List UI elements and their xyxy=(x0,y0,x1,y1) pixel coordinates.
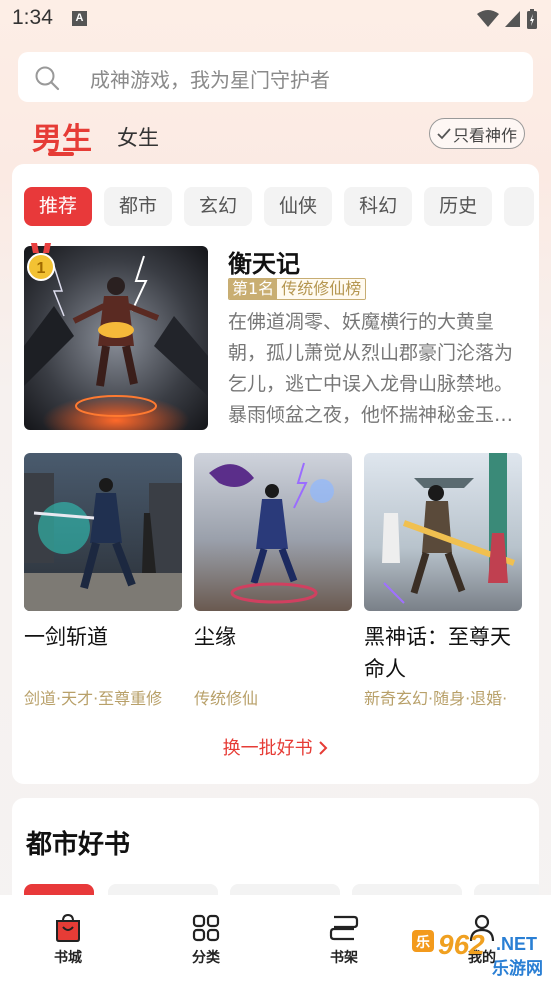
bookstore-icon xyxy=(56,913,80,942)
svg-text:乐游网: 乐游网 xyxy=(492,958,543,978)
chip-scifi[interactable]: 科幻 xyxy=(344,187,413,226)
chip-more[interactable] xyxy=(504,187,535,226)
book-title: 一剑斩道 xyxy=(24,625,108,649)
book-title: 黑神话：至尊天命人 xyxy=(364,625,511,681)
site-watermark-logo: 乐 962 .NET 乐游网 xyxy=(412,929,543,978)
nav-label: 书城 xyxy=(54,950,82,966)
rank-list-name: 传统修仙榜 xyxy=(277,279,366,299)
masterpiece-filter-button[interactable]: 只看神作 xyxy=(429,118,525,149)
book-cover[interactable] xyxy=(364,453,522,611)
book-title: 尘缘 xyxy=(194,625,236,649)
status-bar: 1:34 A xyxy=(0,0,551,38)
nav-bookshelf[interactable]: 书架 xyxy=(304,895,384,967)
nav-label: 分类 xyxy=(192,950,220,966)
battery-icon xyxy=(527,9,537,29)
recommend-card: 推荐 都市 玄幻 仙侠 科幻 历史 1 衡天记 第1名 传统修仙榜 在佛道凋零、… xyxy=(12,164,539,784)
check-icon xyxy=(437,127,451,139)
book-item[interactable]: 一剑斩道 xyxy=(24,453,182,653)
book-item[interactable]: 尘缘 xyxy=(194,453,352,653)
tab-female[interactable]: 女生 xyxy=(117,122,159,152)
filter-label: 只看神作 xyxy=(452,125,517,145)
book-item[interactable]: 黑神话：至尊天命人 xyxy=(364,453,522,685)
search-bar[interactable]: 成神游戏，我为星门守护者 xyxy=(18,52,533,102)
rank-medal-icon: 1 xyxy=(27,243,55,281)
featured-description: 在佛道凋零、妖魔横行的大黄皇朝，孤儿萧觉从烈山郡豪门沦落为乞儿，逃亡中误入龙骨山… xyxy=(228,311,514,426)
nav-bookstore[interactable]: 书城 xyxy=(28,895,108,967)
signal-icon xyxy=(505,11,520,27)
svg-text:乐: 乐 xyxy=(416,934,430,950)
nav-category[interactable]: 分类 xyxy=(166,895,246,967)
status-icons xyxy=(477,9,537,29)
wifi-icon xyxy=(477,10,499,27)
search-icon xyxy=(35,66,60,91)
chip-history[interactable]: 历史 xyxy=(424,187,493,226)
chip-city[interactable]: 都市 xyxy=(104,187,173,226)
rank-badge[interactable]: 第1名 传统修仙榜 xyxy=(228,278,367,300)
active-tab-indicator xyxy=(48,152,74,156)
status-time: 1:34 xyxy=(12,6,53,29)
section-title: 都市好书 xyxy=(26,830,131,860)
book-cover[interactable] xyxy=(24,453,182,611)
nav-label: 书架 xyxy=(330,950,358,966)
featured-title[interactable]: 衡天记 xyxy=(228,244,300,279)
chip-xianxia[interactable]: 仙侠 xyxy=(264,187,333,226)
svg-text:962: 962 xyxy=(438,929,485,960)
rank-number: 1 xyxy=(37,260,46,277)
rank-position: 第1名 xyxy=(229,279,278,299)
category-chips: 推荐 都市 玄幻 仙侠 科幻 历史 xyxy=(24,187,535,226)
refresh-books-button[interactable]: 换一批好书 xyxy=(12,734,539,760)
refresh-label: 换一批好书 xyxy=(222,738,313,759)
book-tags: 剑道·天才·至尊重修 xyxy=(24,689,163,708)
chevron-right-icon xyxy=(319,741,328,755)
bookshelf-icon xyxy=(329,915,359,941)
chip-fantasy[interactable]: 玄幻 xyxy=(184,187,253,226)
svg-text:.NET: .NET xyxy=(496,934,537,954)
book-tags: 传统修仙 xyxy=(194,689,259,708)
search-placeholder: 成神游戏，我为星门守护者 xyxy=(90,68,330,92)
grid-icon xyxy=(192,914,220,942)
book-cover[interactable] xyxy=(194,453,352,611)
chip-recommend[interactable]: 推荐 xyxy=(24,187,93,226)
book-tags: 新奇玄幻·随身·退婚· xyxy=(364,689,508,708)
notification-icon: A xyxy=(72,11,87,26)
